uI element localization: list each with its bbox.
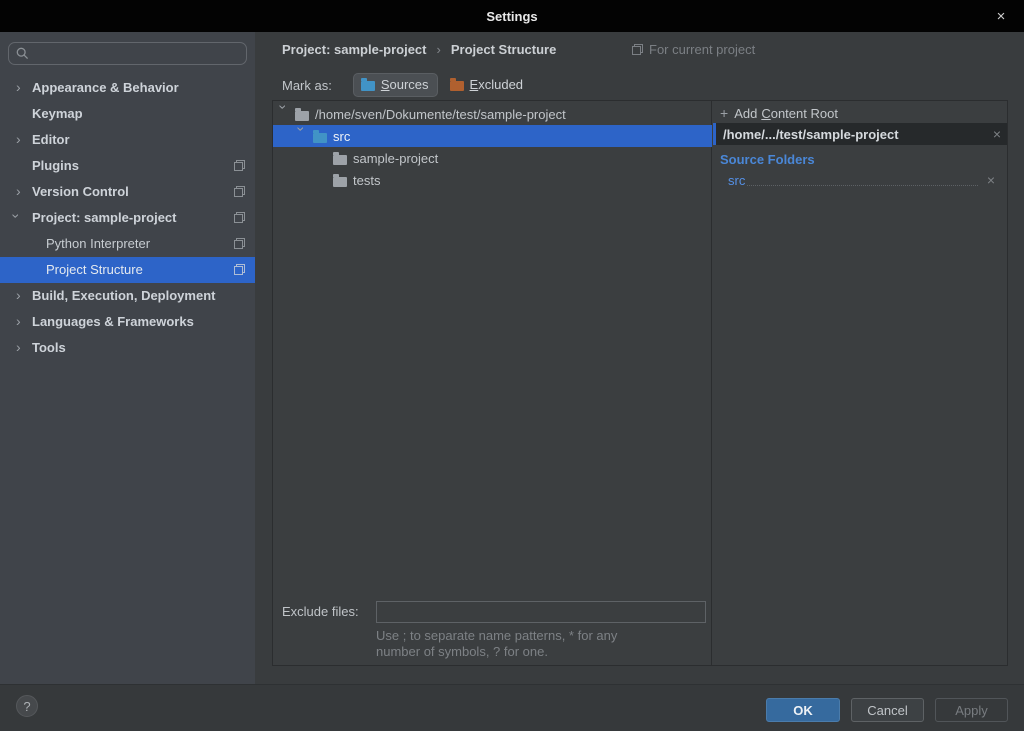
search-input[interactable] (35, 46, 225, 61)
dialog-title: Settings (486, 9, 537, 24)
chevron-down-icon[interactable] (299, 125, 313, 147)
sidebar-item-build-execution[interactable]: Build, Execution, Deployment (0, 283, 255, 309)
mark-as-toolbar: Mark as: Sources Excluded (282, 72, 531, 98)
sidebar-item-tools[interactable]: Tools (0, 335, 255, 361)
sidebar-item-keymap[interactable]: Keymap (0, 101, 255, 127)
folder-icon (295, 111, 309, 121)
project-scope-icon (234, 264, 245, 275)
ok-button[interactable]: OK (766, 698, 840, 722)
exclude-hint-line2: number of symbols, ? for one. (376, 644, 548, 660)
sidebar-item-project-structure[interactable]: Project Structure (0, 257, 255, 283)
chevron-right-icon (14, 283, 26, 309)
settings-search[interactable] (8, 42, 247, 65)
sidebar-item-appearance[interactable]: Appearance & Behavior (0, 75, 255, 101)
search-icon (16, 47, 29, 60)
sidebar-item-label: Build, Execution, Deployment (32, 288, 215, 303)
add-content-root-prefix: Add (734, 106, 757, 121)
dialog-footer: ? OK Cancel Apply (0, 684, 1024, 731)
project-scope-icon (234, 212, 245, 223)
mark-excluded-label: Excluded (470, 77, 523, 92)
tree-row-src[interactable]: src (273, 125, 712, 147)
add-content-root-button[interactable]: + Add Content Root (720, 103, 838, 123)
tree-tests-label: tests (353, 173, 380, 188)
project-scope-icon (632, 44, 643, 55)
exclude-files-row: Exclude files: (273, 600, 712, 623)
exclude-hint-line1: Use ; to separate name patterns, * for a… (376, 628, 617, 644)
apply-button: Apply (935, 698, 1008, 722)
chevron-right-icon (14, 179, 26, 205)
tree-src-label: src (333, 129, 350, 144)
content-root-row[interactable]: /home/.../test/sample-project × (713, 123, 1007, 145)
sidebar-item-label: Languages & Frameworks (32, 314, 194, 329)
source-folder-icon (361, 81, 375, 91)
folder-icon (333, 177, 347, 187)
breadcrumb-page: Project Structure (451, 42, 556, 57)
source-folder-name[interactable]: src (728, 173, 745, 188)
breadcrumb: Project: sample-project › Project Struct… (282, 38, 556, 60)
sidebar-item-python-interpreter[interactable]: Python Interpreter (0, 231, 255, 257)
tree-row-tests[interactable]: tests (273, 169, 712, 191)
sidebar-item-label: Python Interpreter (46, 236, 150, 251)
chevron-right-icon (14, 127, 26, 153)
project-structure-panels: /home/sven/Dokumente/test/sample-project… (272, 100, 1008, 666)
scope-note-label: For current project (649, 42, 755, 57)
source-folder-row[interactable]: src × (713, 170, 1001, 190)
project-scope-icon (234, 186, 245, 197)
project-scope-icon (234, 238, 245, 249)
mark-excluded-button[interactable]: Excluded (443, 74, 531, 96)
settings-dialog: Settings × Appearance & Behavior Keymap … (0, 0, 1024, 731)
folder-icon (333, 155, 347, 165)
sidebar-item-languages-frameworks[interactable]: Languages & Frameworks (0, 309, 255, 335)
titlebar: Settings × (0, 0, 1024, 32)
breadcrumb-project[interactable]: Project: sample-project (282, 42, 427, 57)
content-tree-pane: /home/sven/Dokumente/test/sample-project… (273, 101, 712, 665)
exclude-files-label: Exclude files: (282, 604, 359, 619)
source-folders-title: Source Folders (720, 152, 815, 167)
settings-sidebar: Appearance & Behavior Keymap Editor Plug… (0, 32, 255, 684)
mark-sources-button[interactable]: Sources (354, 74, 437, 96)
tree-root-path: /home/sven/Dokumente/test/sample-project (315, 107, 566, 122)
sidebar-item-label: Editor (32, 132, 70, 147)
close-icon[interactable]: × (986, 0, 1016, 32)
add-content-root-label: Content Root (761, 106, 838, 121)
mark-as-label: Mark as: (282, 78, 332, 93)
breadcrumb-separator-icon: › (437, 42, 441, 57)
remove-content-root-icon[interactable]: × (987, 126, 1007, 142)
cancel-button[interactable]: Cancel (851, 698, 924, 722)
tree-row-sample-project[interactable]: sample-project (273, 147, 712, 169)
sidebar-item-version-control[interactable]: Version Control (0, 179, 255, 205)
content-root-path: /home/.../test/sample-project (723, 127, 987, 142)
chevron-right-icon (14, 335, 26, 361)
content-roots-pane: + Add Content Root /home/.../test/sample… (713, 101, 1007, 665)
tree-sample-project-label: sample-project (353, 151, 438, 166)
project-scope-icon (234, 160, 245, 171)
chevron-right-icon (14, 75, 26, 101)
chevron-right-icon (14, 309, 26, 335)
dotted-leader (747, 175, 978, 186)
help-button[interactable]: ? (16, 695, 38, 717)
sidebar-item-label: Tools (32, 340, 66, 355)
tree-row-root[interactable]: /home/sven/Dokumente/test/sample-project (273, 103, 712, 125)
mark-sources-label: Sources (381, 77, 429, 92)
sidebar-item-label: Appearance & Behavior (32, 80, 179, 95)
chevron-down-icon (14, 205, 26, 231)
scope-note: For current project (632, 38, 755, 60)
settings-nav: Appearance & Behavior Keymap Editor Plug… (0, 75, 255, 361)
sidebar-item-editor[interactable]: Editor (0, 127, 255, 153)
excluded-folder-icon (450, 81, 464, 91)
plus-icon: + (720, 105, 728, 121)
sidebar-item-label: Project: sample-project (32, 210, 177, 225)
sidebar-item-plugins[interactable]: Plugins (0, 153, 255, 179)
sidebar-item-project[interactable]: Project: sample-project (0, 205, 255, 231)
sidebar-item-label: Version Control (32, 184, 129, 199)
remove-source-folder-icon[interactable]: × (981, 172, 1001, 188)
sidebar-item-label: Project Structure (46, 262, 143, 277)
chevron-down-icon[interactable] (281, 103, 295, 125)
exclude-files-input[interactable] (376, 601, 706, 623)
source-folder-icon (313, 133, 327, 143)
sidebar-item-label: Keymap (32, 106, 83, 121)
sidebar-item-label: Plugins (32, 158, 79, 173)
